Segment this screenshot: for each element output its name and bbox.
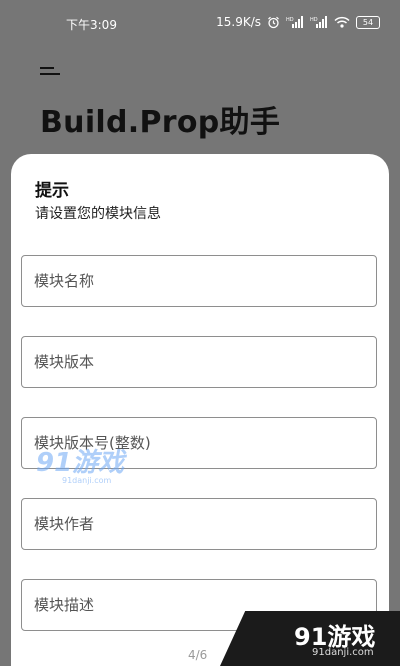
watermark-logo: 91游戏 91danji.com: [36, 450, 124, 485]
watermark-text: 91游戏: [36, 448, 125, 478]
module-version-input[interactable]: [21, 336, 377, 388]
signal-hd-icon: HD: [310, 16, 328, 28]
corner-watermark-badge: 91游戏 91danji.com: [220, 611, 400, 666]
network-speed: 15.9K/s: [216, 15, 261, 29]
signal-hd-icon: HD: [286, 16, 304, 28]
module-author-input[interactable]: [21, 498, 377, 550]
app-title: Build.Prop助手: [40, 105, 281, 140]
battery-icon: 54: [356, 15, 380, 29]
status-time: 下午3:09: [66, 18, 117, 32]
svg-text:HD: HD: [310, 17, 318, 23]
dialog-message: 请设置您的模块信息: [35, 206, 161, 222]
module-info-dialog: 提示 请设置您的模块信息: [11, 154, 389, 666]
menu-icon[interactable]: [40, 62, 62, 75]
status-bar: 下午3:09 15.9K/s HD HD 54: [0, 0, 400, 46]
page-indicator: 4/6: [188, 648, 208, 662]
status-icons: 15.9K/s HD HD 54: [216, 15, 380, 29]
svg-text:HD: HD: [286, 17, 294, 23]
alarm-icon: [267, 16, 280, 29]
module-name-input[interactable]: [21, 255, 377, 307]
wifi-icon: [334, 16, 350, 28]
corner-badge-subtext: 91danji.com: [312, 647, 374, 658]
dialog-title: 提示: [35, 181, 69, 201]
